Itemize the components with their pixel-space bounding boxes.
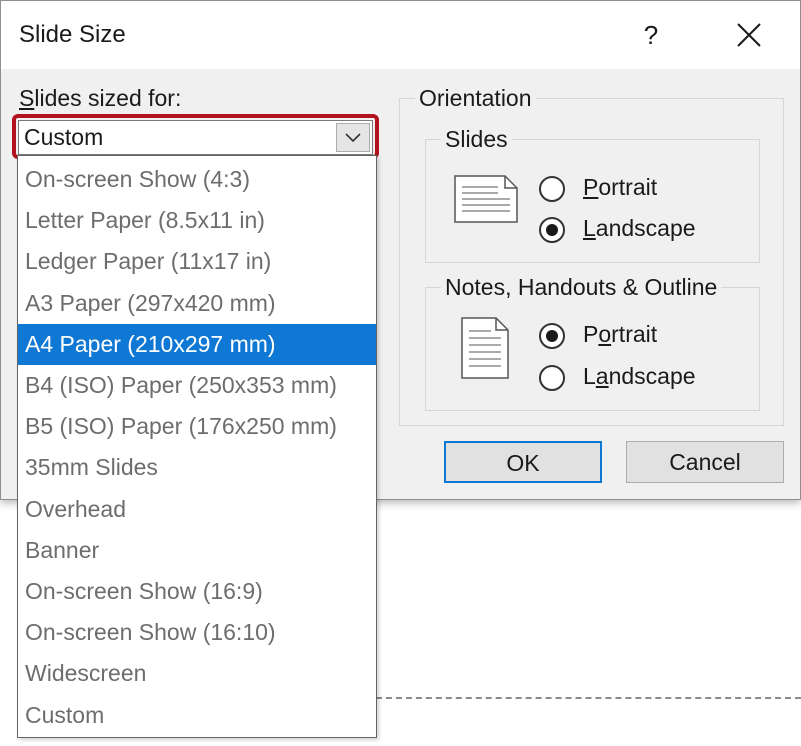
help-button[interactable]: ?	[627, 13, 675, 57]
slides-portrait-radio[interactable]	[539, 176, 565, 202]
close-icon	[737, 23, 761, 47]
slides-portrait-option[interactable]: Portrait	[539, 172, 739, 206]
dropdown-option[interactable]: A3 Paper (297x420 mm)	[18, 283, 376, 324]
dropdown-option[interactable]: Letter Paper (8.5x11 in)	[18, 200, 376, 241]
dropdown-option[interactable]: Ledger Paper (11x17 in)	[18, 241, 376, 282]
dropdown-option[interactable]: B4 (ISO) Paper (250x353 mm)	[18, 365, 376, 406]
dropdown-option[interactable]: Widescreen	[18, 653, 376, 694]
title-bar: Slide Size ?	[1, 1, 800, 69]
ok-button[interactable]: OK	[444, 441, 602, 483]
dropdown-highlight-frame	[12, 114, 379, 159]
notes-landscape-option[interactable]: Landscape	[539, 361, 739, 395]
cancel-button[interactable]: Cancel	[626, 441, 784, 483]
slides-landscape-label: Landscape	[583, 215, 696, 241]
slides-sized-for-label: Slides sized for:	[19, 85, 182, 111]
notes-landscape-label: Landscape	[583, 363, 696, 389]
dropdown-option[interactable]: A4 Paper (210x297 mm)	[18, 323, 376, 365]
notes-portrait-option[interactable]: Portrait	[539, 319, 739, 353]
landscape-page-icon	[454, 175, 518, 223]
notes-portrait-radio[interactable]	[539, 323, 565, 349]
dropdown-option[interactable]: 35mm Slides	[18, 447, 376, 488]
slides-portrait-label: Portrait	[583, 174, 658, 200]
close-button[interactable]	[723, 13, 775, 57]
dropdown-option[interactable]: On-screen Show (4:3)	[18, 159, 376, 200]
slides-group-title: Slides	[441, 126, 512, 153]
slides-landscape-option[interactable]: Landscape	[539, 213, 739, 247]
slide-border-dashed	[376, 697, 801, 699]
dropdown-option[interactable]: B5 (ISO) Paper (176x250 mm)	[18, 406, 376, 447]
slides-landscape-radio[interactable]	[539, 217, 565, 243]
dialog-title: Slide Size	[19, 21, 126, 48]
notes-portrait-label: Portrait	[583, 321, 658, 347]
dropdown-option[interactable]: Custom	[18, 695, 376, 736]
dropdown-option[interactable]: Banner	[18, 530, 376, 571]
notes-landscape-radio[interactable]	[539, 365, 565, 391]
dropdown-list: On-screen Show (4:3) Letter Paper (8.5x11…	[17, 155, 377, 738]
dropdown-option[interactable]: On-screen Show (16:9)	[18, 571, 376, 612]
dropdown-option[interactable]: On-screen Show (16:10)	[18, 612, 376, 653]
dropdown-option[interactable]: Overhead	[18, 489, 376, 530]
orientation-title: Orientation	[415, 85, 536, 112]
portrait-page-icon	[461, 317, 509, 379]
notes-group-title: Notes, Handouts & Outline	[441, 274, 722, 301]
